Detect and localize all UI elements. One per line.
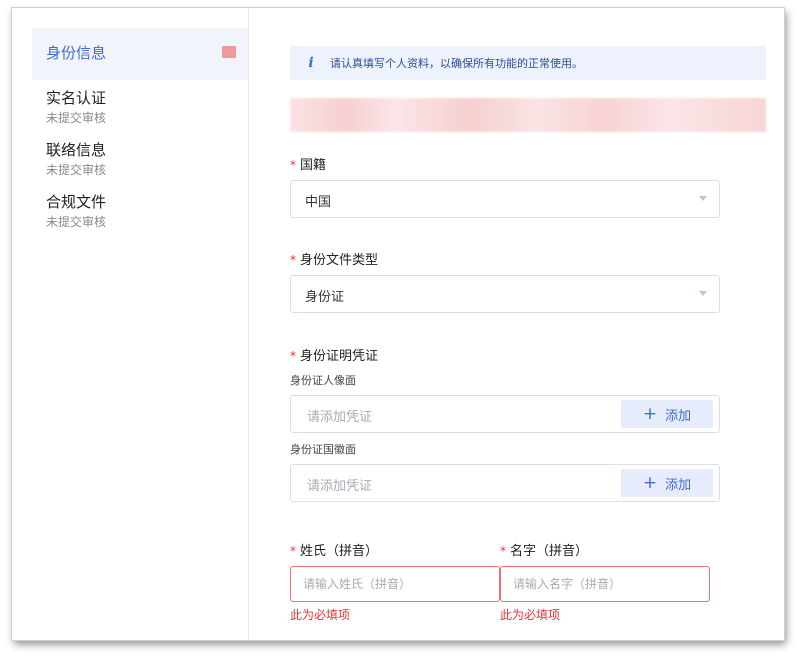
given-name-label: * 名字（拼音） bbox=[500, 540, 588, 559]
id-back-label: 身份证国徽面 bbox=[290, 443, 356, 456]
add-button-label: 添加 bbox=[665, 408, 692, 424]
surname-label-text: 姓氏（拼音） bbox=[300, 544, 379, 559]
given-name-input-wrapper bbox=[500, 566, 710, 602]
id-back-placeholder: 请添加凭证 bbox=[307, 479, 373, 494]
given-name-error: 此为必填项 bbox=[500, 608, 561, 622]
info-notice: i 请认真填写个人资料，以确保所有功能的正常使用。 bbox=[290, 46, 766, 80]
nationality-select[interactable]: 中国 bbox=[290, 180, 720, 218]
required-mark: * bbox=[290, 544, 296, 558]
doc-type-label-text: 身份文件类型 bbox=[300, 253, 379, 268]
sidebar-item-label: 合规文件 bbox=[46, 193, 107, 211]
sidebar-item-status: 未提交审核 bbox=[46, 163, 107, 177]
nationality-value: 中国 bbox=[305, 195, 332, 210]
app-window: 身份信息 实名认证 未提交审核 联络信息 未提交审核 合规文件 未提交审核 i … bbox=[12, 8, 784, 640]
surname-input[interactable] bbox=[291, 567, 499, 601]
doc-type-label: * 身份文件类型 bbox=[290, 249, 378, 268]
sidebar-item-status: 未提交审核 bbox=[46, 111, 107, 125]
plus-icon: + bbox=[642, 403, 658, 424]
sidebar-item-label: 身份信息 bbox=[46, 44, 107, 62]
info-icon: i bbox=[308, 55, 314, 71]
id-front-label: 身份证人像面 bbox=[290, 374, 356, 387]
id-back-add-button[interactable]: + 添加 bbox=[621, 469, 713, 497]
doc-type-select[interactable]: 身份证 bbox=[290, 275, 720, 313]
nationality-label: * 国籍 bbox=[290, 154, 326, 173]
given-name-input[interactable] bbox=[501, 567, 709, 601]
sidebar-item-label: 联络信息 bbox=[46, 141, 107, 159]
id-back-upload: 请添加凭证 + 添加 bbox=[290, 464, 720, 502]
sidebar-item-contact[interactable]: 联络信息 未提交审核 bbox=[46, 140, 106, 179]
sidebar: 身份信息 实名认证 未提交审核 联络信息 未提交审核 合规文件 未提交审核 bbox=[12, 8, 249, 640]
sidebar-item-label: 实名认证 bbox=[46, 89, 107, 107]
chevron-down-icon bbox=[699, 196, 707, 201]
sidebar-marker bbox=[222, 46, 236, 58]
main-form: i 请认真填写个人资料，以确保所有功能的正常使用。 * 国籍 中国 * 身份文件类型… bbox=[290, 8, 770, 640]
nationality-label-text: 国籍 bbox=[300, 158, 327, 173]
proof-label-text: 身份证明凭证 bbox=[300, 349, 379, 364]
add-button-label: 添加 bbox=[665, 477, 692, 493]
id-front-upload: 请添加凭证 + 添加 bbox=[290, 395, 720, 433]
sidebar-item-identity[interactable]: 身份信息 bbox=[32, 28, 248, 80]
required-mark: * bbox=[290, 253, 296, 267]
required-mark: * bbox=[290, 349, 296, 363]
sidebar-item-compliance[interactable]: 合规文件 未提交审核 bbox=[46, 192, 106, 231]
id-front-placeholder: 请添加凭证 bbox=[307, 410, 373, 425]
given-name-label-text: 名字（拼音） bbox=[510, 544, 589, 559]
sidebar-item-real-name[interactable]: 实名认证 未提交审核 bbox=[46, 88, 106, 127]
id-front-add-button[interactable]: + 添加 bbox=[621, 400, 713, 428]
surname-error: 此为必填项 bbox=[290, 608, 351, 622]
proof-label: * 身份证明凭证 bbox=[290, 345, 378, 364]
chevron-down-icon bbox=[699, 291, 707, 296]
required-mark: * bbox=[290, 158, 296, 172]
sidebar-item-status: 未提交审核 bbox=[46, 215, 107, 229]
doc-type-value: 身份证 bbox=[305, 290, 345, 305]
surname-label: * 姓氏（拼音） bbox=[290, 540, 378, 559]
surname-input-wrapper bbox=[290, 566, 500, 602]
plus-icon: + bbox=[642, 472, 658, 493]
notice-text: 请认真填写个人资料，以确保所有功能的正常使用。 bbox=[330, 57, 583, 70]
required-mark: * bbox=[500, 544, 506, 558]
redacted-banner bbox=[290, 98, 766, 132]
